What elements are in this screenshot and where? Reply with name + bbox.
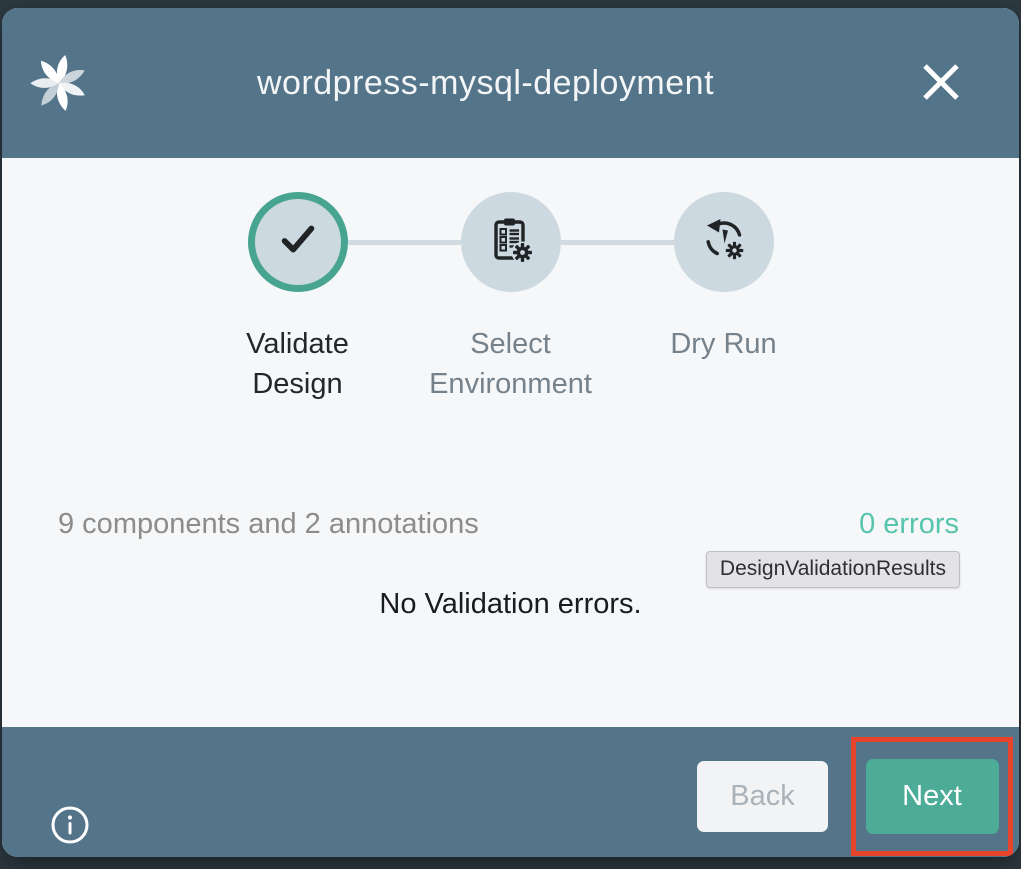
validation-message: No Validation errors.: [2, 588, 1019, 621]
step-connector: [348, 240, 461, 245]
step-label-validate-design: Validate Design: [203, 324, 393, 404]
modal-header: wordpress-mysql-deployment: [2, 8, 1019, 158]
info-button[interactable]: [48, 803, 92, 847]
deployment-wizard-modal: wordpress-mysql-deployment: [2, 8, 1019, 857]
error-count-text: 0 errors: [859, 508, 959, 541]
modal-footer: Back Next: [2, 727, 1019, 857]
step-select-environment: [461, 192, 561, 292]
next-button[interactable]: Next: [866, 759, 999, 834]
validation-summary-row: 9 components and 2 annotations 0 errors: [58, 508, 959, 541]
step-connector: [561, 240, 674, 245]
highlight-annotation: Next: [851, 737, 1013, 856]
components-count-text: 9 components and 2 annotations: [58, 508, 479, 541]
step-label-dry-run: Dry Run: [629, 324, 819, 364]
info-icon: [48, 835, 92, 850]
stepper: Validate Design Select Environment Dry R…: [248, 192, 774, 422]
step-dry-run: [674, 192, 774, 292]
close-button[interactable]: [919, 61, 963, 105]
back-button[interactable]: Back: [697, 761, 828, 832]
check-icon: [275, 217, 321, 268]
step-validate-design: [248, 192, 348, 292]
close-icon: [921, 62, 961, 105]
wizard-content: Validate Design Select Environment Dry R…: [2, 158, 1019, 727]
step-label-select-environment: Select Environment: [416, 324, 606, 404]
meshery-logo: [30, 54, 88, 112]
history-gear-icon: [700, 216, 748, 269]
clipboard-gear-icon: [487, 216, 535, 269]
page-title: wordpress-mysql-deployment: [88, 64, 883, 103]
design-validation-results-tooltip: DesignValidationResults: [706, 551, 960, 588]
